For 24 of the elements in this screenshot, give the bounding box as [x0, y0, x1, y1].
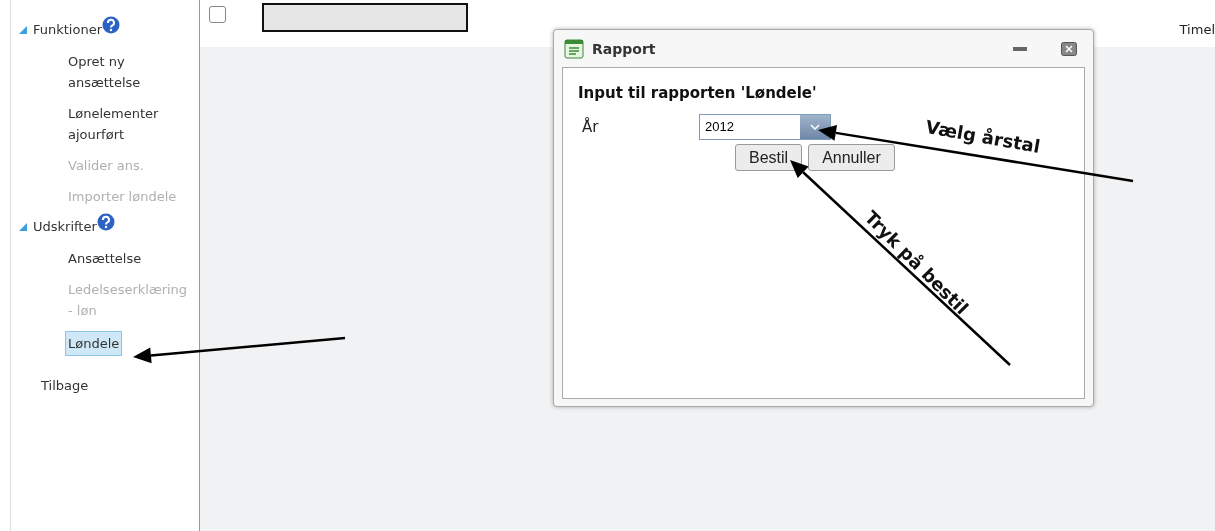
expand-triangle-icon[interactable] [19, 25, 27, 34]
report-icon [564, 38, 584, 59]
year-dropdown[interactable]: 2012 [699, 114, 831, 140]
row-checkbox[interactable] [209, 6, 226, 23]
dialog-heading: Input til rapporten 'Løndele' [578, 84, 818, 102]
back-link[interactable]: Tilbage [11, 378, 199, 393]
annotation-text: Vælg årstal [924, 116, 1042, 157]
section-title[interactable]: Funktioner [33, 22, 103, 37]
expand-triangle-icon[interactable] [19, 222, 27, 231]
menu-item[interactable]: Lønelementer ajourført [68, 103, 193, 145]
help-icon[interactable] [96, 212, 115, 231]
menu-item[interactable]: Løndele [65, 331, 123, 356]
section-title[interactable]: Udskrifter [33, 219, 97, 234]
table-cell: Timel [1179, 22, 1215, 37]
menu-item[interactable]: Ansættelse [68, 248, 193, 269]
help-icon[interactable] [102, 15, 121, 34]
field-label: År [581, 118, 600, 136]
close-icon[interactable] [1061, 41, 1077, 56]
dialog-button[interactable]: Annuller [808, 144, 895, 171]
dialog-title: Rapport [592, 40, 657, 57]
chevron-down-icon [810, 124, 820, 130]
menu-item[interactable]: Opret ny ansættelse [68, 51, 193, 93]
minimize-icon[interactable] [1013, 46, 1027, 51]
dialog-button[interactable]: Bestil [735, 144, 803, 171]
